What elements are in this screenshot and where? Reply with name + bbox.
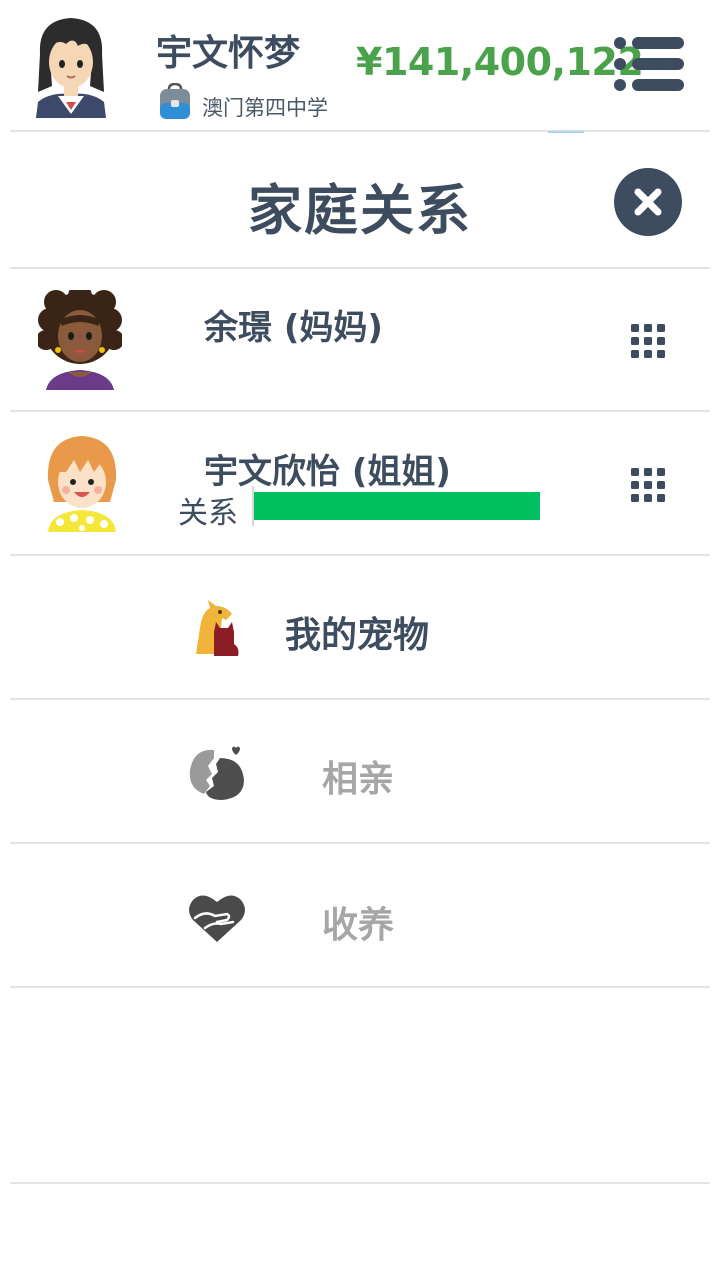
action-label: 收养 xyxy=(322,905,395,946)
money-balance: ¥141,400,122 xyxy=(356,40,644,84)
close-button[interactable] xyxy=(614,168,682,236)
divider xyxy=(10,410,710,412)
header-divider xyxy=(10,130,710,132)
grid-menu-icon[interactable] xyxy=(631,468,665,502)
dating-row[interactable]: 相亲 xyxy=(10,700,710,842)
sister-avatar[interactable] xyxy=(40,432,124,532)
school-name: 澳门第四中学 xyxy=(202,96,328,120)
close-icon xyxy=(634,188,662,216)
action-label: 我的宠物 xyxy=(285,615,430,656)
family-member-name: 余璟 (妈妈) xyxy=(204,308,383,348)
menu-list-icon[interactable] xyxy=(612,36,684,92)
grid-menu-icon[interactable] xyxy=(631,324,665,358)
accent-line xyxy=(548,131,584,133)
divider xyxy=(10,986,710,988)
relationship-bar xyxy=(254,492,540,520)
relationship-label: 关系 xyxy=(178,496,238,531)
player-avatar[interactable] xyxy=(30,14,112,118)
adoption-row[interactable]: 收养 xyxy=(10,844,710,986)
divider xyxy=(10,1182,710,1184)
dialog-title: 家庭关系 xyxy=(248,179,472,242)
player-name: 宇文怀梦 xyxy=(156,33,301,74)
school-bag-icon xyxy=(158,82,192,121)
pet-icon xyxy=(192,598,242,656)
dating-icon xyxy=(186,744,246,804)
my-pets-row[interactable]: 我的宠物 xyxy=(10,556,710,698)
family-member-name: 宇文欣怡 (姐姐) xyxy=(204,452,451,492)
adoption-icon xyxy=(187,892,247,944)
action-label: 相亲 xyxy=(322,759,395,800)
divider xyxy=(10,267,710,269)
mother-avatar[interactable] xyxy=(36,284,124,390)
